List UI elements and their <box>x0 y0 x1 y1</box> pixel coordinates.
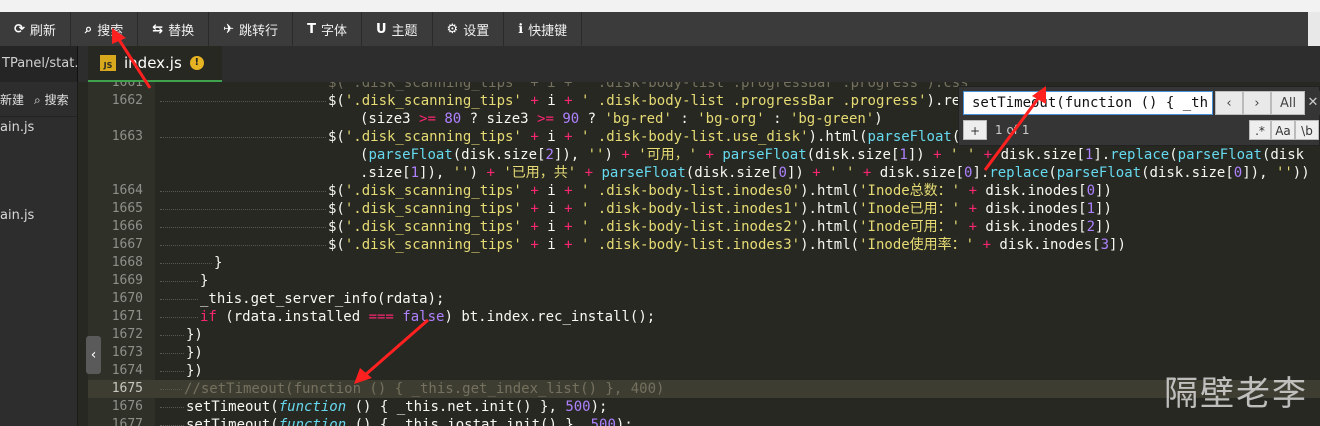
annotation-arrow-search <box>112 28 152 89</box>
annotation-arrow-findbox <box>983 86 1046 171</box>
annotation-arrows <box>112 28 1046 384</box>
annotation-arrow-line <box>354 318 429 384</box>
